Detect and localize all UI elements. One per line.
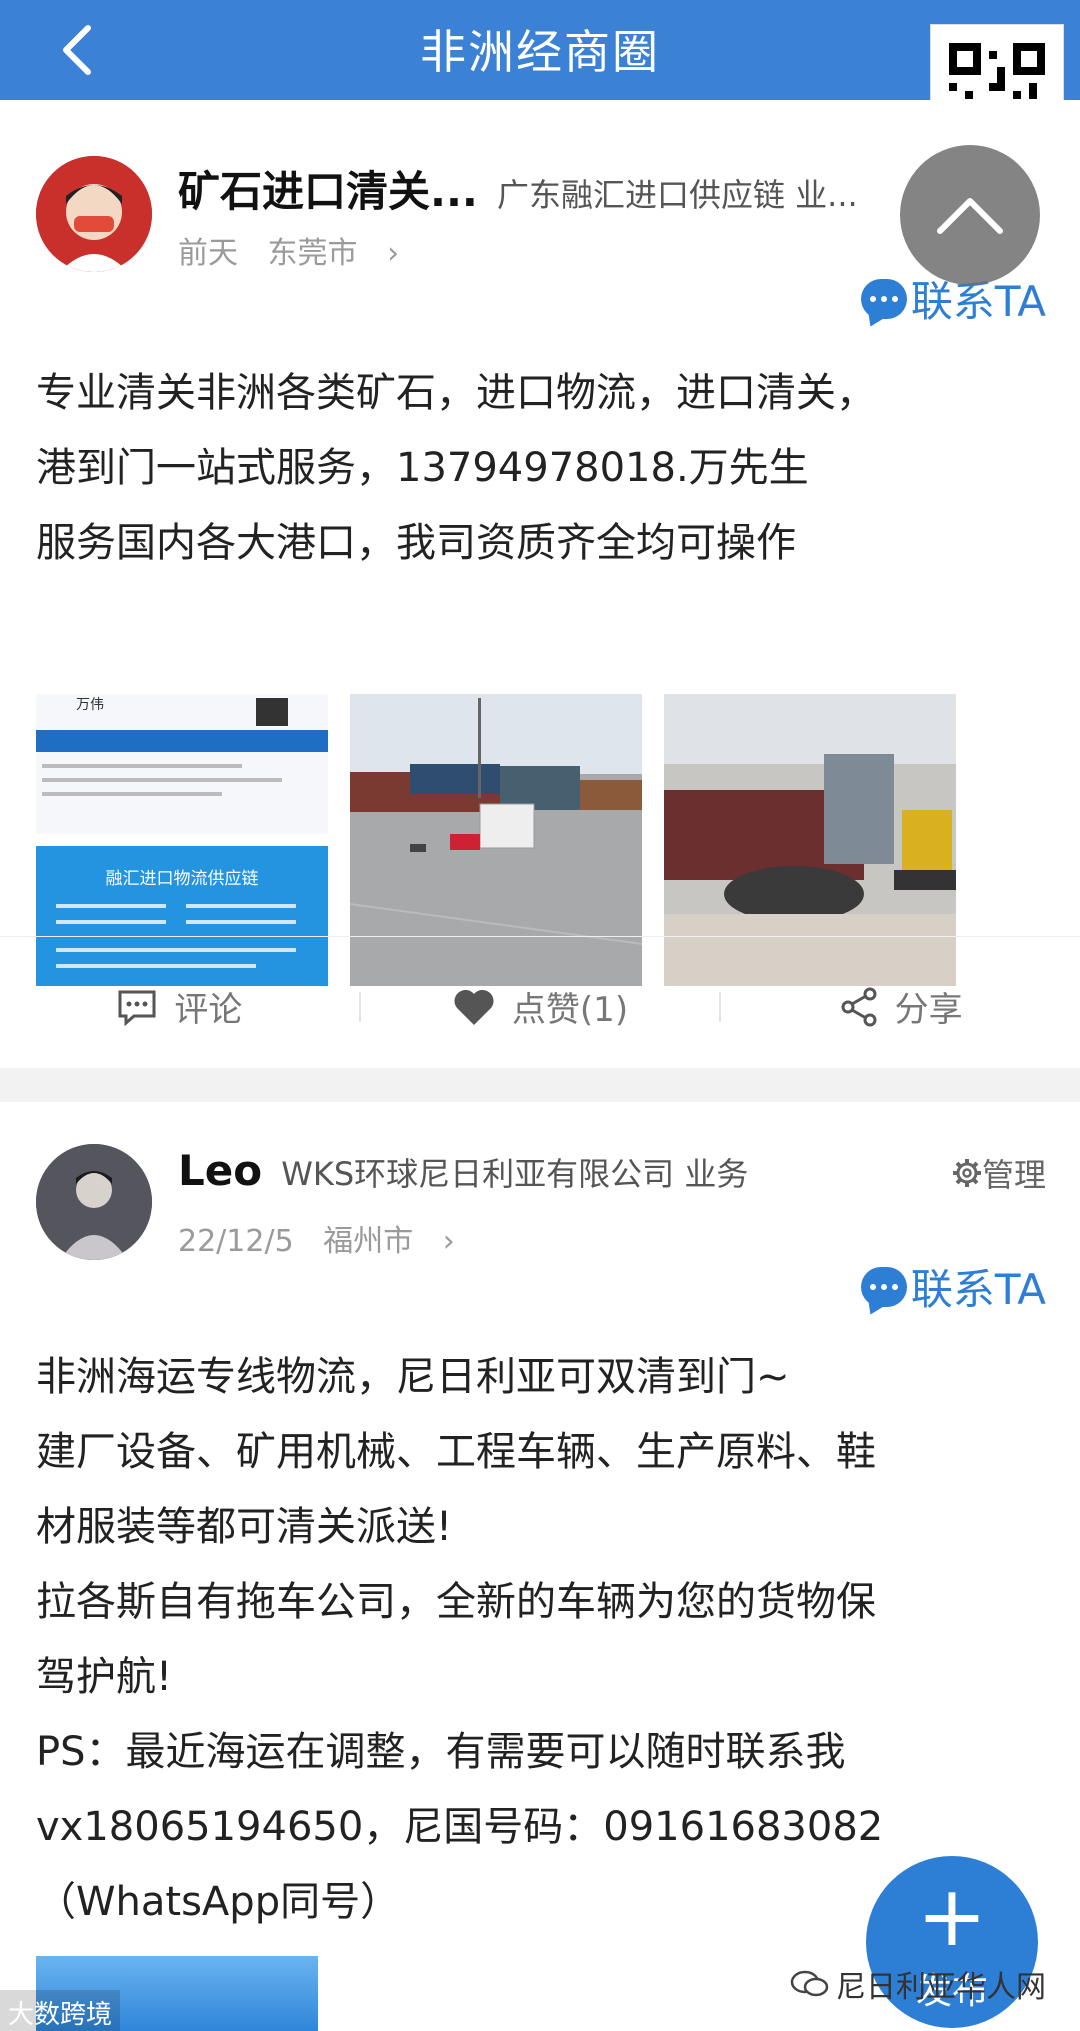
post-line: 专业清关非洲各类矿石，进口物流，进口清关， [36,370,876,416]
post-body: 非洲海运专线物流，尼日利亚可双清到门~ 建厂设备、矿用机械、工程车辆、生产原料、… [36,1340,1040,1940]
page-title: 非洲经商圈 [420,25,660,79]
watermark-left: 大数跨境 [0,1990,121,2031]
share-icon [841,987,877,1026]
post-author-row: 矿石进口清关... 广东融汇进口供应链 业... [178,158,960,219]
post-author-row: Leo WKS环球尼日利亚有限公司 业务 [178,1146,960,1195]
manage-label: 管理 [981,1156,1046,1194]
post-line: 建厂设备、矿用机械、工程车辆、生产原料、鞋 [36,1429,876,1475]
post-city[interactable]: 福州市 [323,1224,413,1259]
post-time: 22/12/5 [178,1224,294,1259]
scroll-top-button[interactable] [900,145,1040,285]
gear-icon [952,1159,981,1187]
chevron-right-icon: › [442,1224,455,1259]
photo-card-title: 融汇进口物流供应链 [105,869,259,889]
watermark-text: 尼日利亚华人网 [836,1970,1046,2005]
wechat-icon [790,1970,829,1997]
post-time: 前天 [178,236,238,271]
author-company: 广东融汇进口供应链 业... [496,176,858,214]
manage-button[interactable]: 管理 [952,1150,1046,1196]
post-meta: 前天 东莞市 › [178,228,419,272]
avatar-image [36,156,152,272]
post-actions: 评论 点赞(1) 分享 [0,936,1080,1076]
chevron-up-icon [937,198,1003,234]
contact-label: 联系TA [910,1265,1046,1314]
top-bar: 非洲经商圈 [0,0,1080,100]
share-label: 分享 [894,990,963,1030]
avatar[interactable] [36,156,152,272]
post-line: 非洲海运专线物流，尼日利亚可双清到门~ [36,1354,790,1400]
share-button[interactable]: 分享 [721,982,1080,1031]
like-label: 点赞(1) [511,990,629,1030]
section-divider [0,1068,1080,1102]
contact-button[interactable]: 联系TA [860,1256,1046,1317]
avatar[interactable] [36,1144,152,1260]
post-line: 材服装等都可清关派送! [36,1504,453,1550]
photo-card-name: 万伟 [76,697,104,713]
author-company: WKS环球尼日利亚有限公司 业务 [281,1155,749,1193]
chat-bubble-icon [860,1266,907,1307]
watermark-right: 尼日利亚华人网 [790,1962,1046,2006]
comment-button[interactable]: 评论 [0,982,359,1031]
chat-bubble-icon [860,278,907,319]
plus-icon: + [916,1867,988,1965]
post-city[interactable]: 东莞市 [268,236,358,271]
comment-icon [118,990,156,1026]
post-body: 专业清关非洲各类矿石，进口物流，进口清关， 港到门一站式服务，137949780… [36,356,1040,581]
like-button[interactable]: 点赞(1) [361,982,720,1031]
chevron-right-icon: › [387,236,400,271]
heart-icon [454,989,494,1025]
post-line: PS：最近海运在调整，有需要可以随时联系我 [36,1729,846,1775]
post-line: 港到门一站式服务，13794978018.万先生 [36,445,809,491]
post-line: 驾护航! [36,1654,173,1700]
post-line: vx18065194650，尼国号码：09161683082 [36,1804,884,1850]
author-name[interactable]: Leo [178,1146,262,1195]
author-name[interactable]: 矿石进口清关... [178,167,478,216]
post-line: 服务国内各大港口，我司资质齐全均可操作 [36,520,796,566]
post-line: 拉各斯自有拖车公司，全新的车辆为您的货物保 [36,1579,876,1625]
comment-label: 评论 [174,990,243,1030]
avatar-image [36,1144,152,1260]
post-meta: 22/12/5 福州市 › [178,1216,475,1260]
